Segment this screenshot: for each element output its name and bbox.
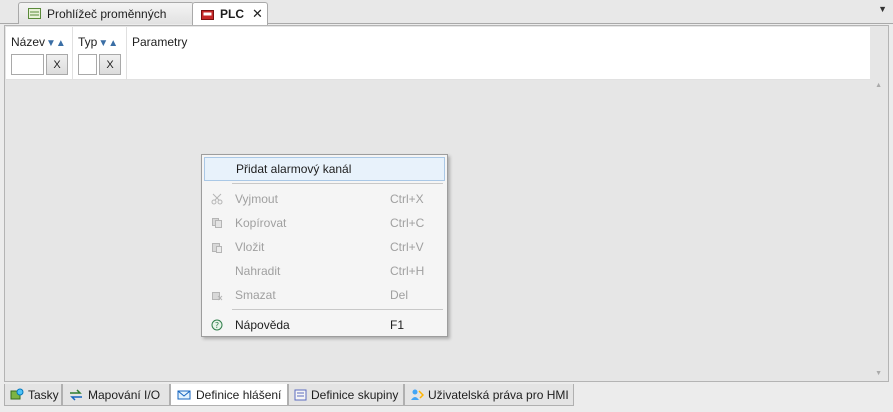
name-filter-input[interactable] — [11, 54, 44, 75]
menu-item-delete[interactable]: Smazat Del — [204, 283, 445, 307]
tab-group-definition[interactable]: Definice skupiny — [288, 384, 404, 406]
context-menu: Přidat alarmový kanál Vyjmout Ctrl+X Kop… — [201, 154, 448, 337]
close-icon[interactable]: ✕ — [252, 6, 263, 22]
menu-item-shortcut: Ctrl+X — [390, 192, 424, 206]
menu-item-cut[interactable]: Vyjmout Ctrl+X — [204, 187, 445, 211]
column-parameters: Parametry — [127, 27, 870, 80]
column-type: Typ▼▲ X — [73, 27, 127, 80]
type-filter-input[interactable] — [78, 54, 97, 75]
menu-item-paste[interactable]: Vložit Ctrl+V — [204, 235, 445, 259]
tab-group-definition-label: Definice skupiny — [311, 387, 399, 402]
plc-icon — [201, 8, 214, 20]
tab-tasks-label: Tasky — [28, 387, 59, 402]
mapping-icon — [68, 388, 84, 401]
table-header: Název▼▲ X Typ▼▲ X Parametry — [6, 27, 870, 80]
column-type-title[interactable]: Typ — [78, 35, 97, 49]
tab-hmi-user-rights-label: Uživatelská práva pro HMI — [428, 387, 569, 402]
menu-item-label: Vložit — [235, 240, 265, 254]
tab-io-mapping[interactable]: Mapování I/O — [62, 384, 170, 406]
sort-arrows-icon[interactable]: ▼▲ — [98, 38, 118, 49]
svg-text:?: ? — [215, 321, 219, 330]
tasks-icon — [10, 388, 24, 401]
menu-item-shortcut: Ctrl+C — [390, 216, 425, 230]
scissors-icon — [210, 192, 224, 206]
tab-variable-viewer[interactable]: Prohlížeč proměnných — [18, 2, 194, 24]
scroll-up-icon[interactable]: ▲ — [875, 82, 882, 89]
menu-item-label: Nápověda — [235, 318, 290, 332]
tab-variable-viewer-label: Prohlížeč proměnných — [47, 6, 167, 21]
menu-item-label: Nahradit — [235, 264, 281, 278]
name-filter-clear-button[interactable]: X — [46, 54, 68, 75]
user-rights-icon — [410, 388, 424, 401]
tab-tasks[interactable]: Tasky — [4, 384, 62, 406]
tab-plc[interactable]: PLC ✕ — [192, 2, 268, 25]
column-name: Název▼▲ X — [6, 27, 73, 80]
paste-icon — [210, 240, 224, 254]
group-icon — [294, 388, 307, 401]
sort-arrows-icon[interactable]: ▼▲ — [46, 38, 66, 49]
menu-item-copy[interactable]: Kopírovat Ctrl+C — [204, 211, 445, 235]
type-filter-clear-button[interactable]: X — [99, 54, 121, 75]
menu-item-label: Vyjmout — [235, 192, 278, 206]
menu-item-shortcut: F1 — [390, 318, 405, 332]
menu-item-shortcut: Del — [390, 288, 409, 302]
chevron-down-icon[interactable]: ▼ — [878, 4, 887, 14]
tab-plc-label: PLC — [220, 7, 244, 21]
document-tab-strip: Prohlížeč proměnných PLC ✕ ▼ — [0, 0, 893, 25]
menu-separator — [232, 309, 443, 310]
menu-item-add-alarm-channel[interactable]: Přidat alarmový kanál — [204, 157, 445, 181]
menu-item-help[interactable]: ? Nápověda F1 — [204, 313, 445, 337]
menu-separator — [232, 183, 443, 184]
bottom-tab-strip: Tasky Mapování I/O Definice hlášení Defi… — [4, 384, 889, 406]
column-name-title[interactable]: Název — [11, 35, 45, 49]
message-icon — [176, 388, 192, 401]
menu-item-shortcut: Ctrl+V — [390, 240, 424, 254]
menu-item-label: Smazat — [235, 288, 276, 302]
help-icon: ? — [210, 318, 224, 332]
menu-item-replace[interactable]: Nahradit Ctrl+H — [204, 259, 445, 283]
tab-message-definition[interactable]: Definice hlášení — [170, 384, 288, 406]
tab-hmi-user-rights[interactable]: Uživatelská práva pro HMI — [404, 384, 574, 406]
scroll-down-icon[interactable]: ▼ — [875, 370, 882, 377]
menu-item-shortcut: Ctrl+H — [390, 264, 425, 278]
tab-io-mapping-label: Mapování I/O — [88, 387, 161, 402]
variable-viewer-icon — [27, 8, 41, 20]
delete-icon — [210, 288, 224, 302]
tab-message-definition-label: Definice hlášení — [196, 387, 282, 402]
column-parameters-title[interactable]: Parametry — [132, 35, 187, 49]
menu-item-label: Kopírovat — [235, 216, 287, 230]
menu-item-label: Přidat alarmový kanál — [236, 162, 352, 176]
copy-icon — [210, 216, 224, 230]
